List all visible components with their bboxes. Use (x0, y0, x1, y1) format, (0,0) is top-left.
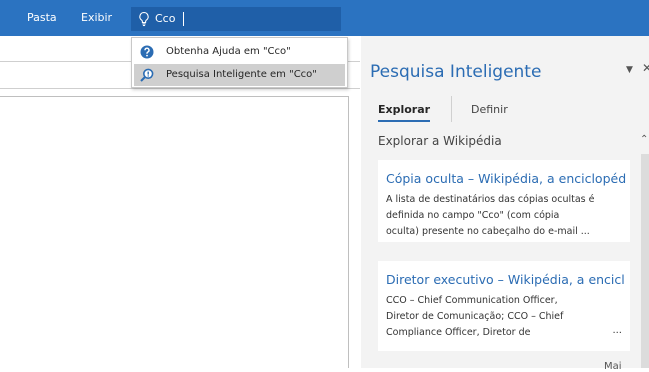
tell-me-box[interactable] (131, 7, 341, 31)
text-caret (183, 12, 184, 26)
tab-explorar[interactable]: Explorar (378, 103, 431, 122)
divider-line (0, 88, 360, 89)
snippet-line: A lista de destinatários das cópias ocul… (386, 194, 595, 205)
close-icon[interactable]: ✕ (642, 61, 649, 75)
card-snippet: CCO – Chief Communication Officer, Diret… (386, 293, 622, 341)
dropdown-item-label: Pesquisa Inteligente em "Cco" (166, 69, 317, 80)
snippet-line: Compliance Officer, Diretor de (386, 327, 531, 338)
chevron-up-icon[interactable]: ⌃ (640, 134, 648, 145)
card-title[interactable]: Diretor executivo – Wikipédia, a encicl (386, 272, 630, 287)
ribbon-bar: Pasta Exibir (0, 0, 649, 36)
menu-item-pasta[interactable]: Pasta (27, 0, 57, 36)
smart-lookup-pane: Pesquisa Inteligente ▼ ✕ Explorar Defini… (361, 36, 649, 372)
result-card[interactable]: Cópia oculta – Wikipédia, a enciclopéd A… (378, 160, 630, 242)
section-heading: Explorar a Wikipédia (378, 134, 502, 148)
smart-lookup-icon (140, 68, 154, 82)
document-area[interactable] (0, 96, 349, 368)
result-card[interactable]: Diretor executivo – Wikipédia, a encicl … (378, 261, 630, 351)
card-title[interactable]: Cópia oculta – Wikipédia, a enciclopéd (386, 171, 630, 186)
snippet-line: Diretor de Comunicação; CCO – Chief (386, 311, 564, 322)
scrollbar[interactable] (641, 154, 649, 368)
tell-me-dropdown: Obtenha Ajuda em "Cco" Pesquisa Intelige… (131, 37, 348, 88)
snippet-line: definida no campo "Cco" (com cópia (386, 210, 560, 221)
menu-item-exibir[interactable]: Exibir (81, 0, 112, 36)
dropdown-item-smart-lookup[interactable]: Pesquisa Inteligente em "Cco" (134, 64, 345, 86)
chevron-down-icon[interactable]: ▼ (626, 65, 633, 75)
snippet-line: oculta) presente no cabeçalho do e-mail … (386, 226, 590, 237)
dropdown-item-get-help[interactable]: Obtenha Ajuda em "Cco" (134, 41, 345, 63)
lightbulb-icon (139, 11, 149, 27)
snippet-line: CCO – Chief Communication Officer, (386, 295, 558, 306)
pane-title: Pesquisa Inteligente (370, 62, 542, 82)
help-circle-icon (140, 45, 154, 59)
tab-separator (451, 96, 452, 122)
card-ellipsis: ... (612, 325, 622, 336)
more-link[interactable]: Mai (604, 361, 622, 372)
tab-definir[interactable]: Definir (471, 103, 508, 116)
dropdown-item-label: Obtenha Ajuda em "Cco" (166, 46, 291, 57)
tell-me-input[interactable] (155, 9, 335, 29)
card-snippet: A lista de destinatários das cópias ocul… (386, 192, 622, 240)
